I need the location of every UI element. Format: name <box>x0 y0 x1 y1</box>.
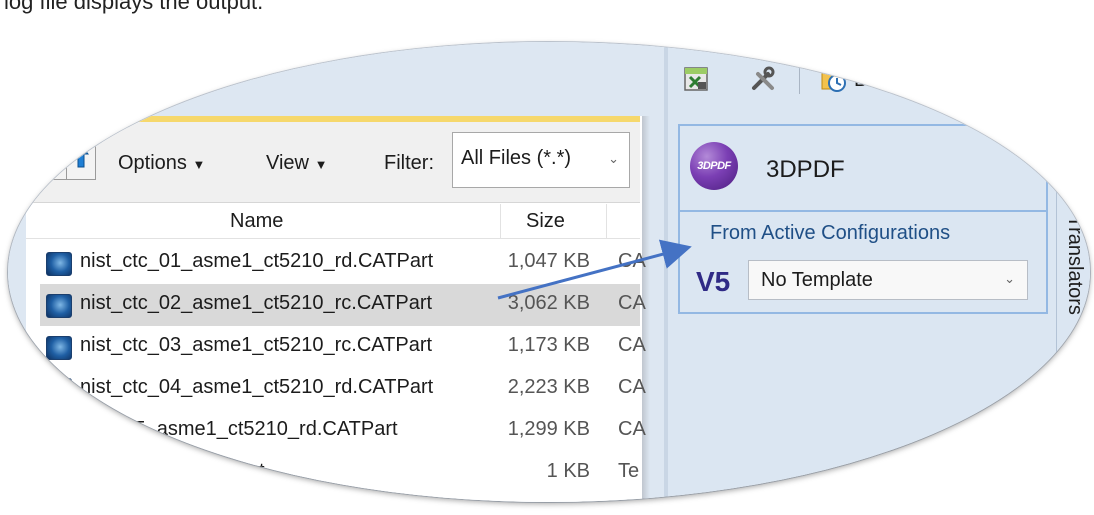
file-size: 1 KB <box>546 460 590 482</box>
filter-dropdown[interactable]: All Files (*.*) ⌄ <box>452 132 630 188</box>
up-folder-button[interactable] <box>66 132 96 180</box>
file-name: nist_ctc_03_asme1_ct5210_rc.CATPart <box>80 334 433 356</box>
file-type: CA <box>618 250 646 272</box>
filter-label: Filter: <box>384 152 434 174</box>
caret-down-icon: ▼ <box>314 157 328 172</box>
page-caption: log file displays the output. <box>4 0 264 14</box>
catpart-file-icon <box>46 252 72 276</box>
file-row[interactable]: nist_ctc_01_asme1_ct5210_rd.CATPart 1,04… <box>40 242 646 284</box>
chevron-down-icon: ⌄ <box>608 151 619 166</box>
file-name: ...tc_05_asme1_ct5210_rd.CATPart <box>80 418 398 440</box>
toolbar-separator <box>799 64 800 94</box>
file-type: Te <box>618 460 640 482</box>
v5-source-logo: V5 <box>696 266 731 297</box>
template-dropdown-value: No Template <box>761 269 873 291</box>
file-name: nist_ctc_01_asme1_ct5210_rd.CATPart <box>80 250 434 272</box>
file-row-selected[interactable]: nist_ctc_02_asme1_ct5210_rc.CATPart 3,06… <box>40 284 646 326</box>
template-dropdown[interactable]: No Template ⌄ <box>748 260 1028 300</box>
column-divider[interactable] <box>500 204 501 238</box>
panel-title: 3DPDF <box>766 156 845 183</box>
3dpdf-panel-header[interactable]: 3DPDF 3DPDF <box>680 126 1046 210</box>
options-menu-label: Options <box>118 152 187 174</box>
from-active-configurations-link[interactable]: From Active Configurations <box>710 222 950 245</box>
file-name: nist_ctc_02_asme1_ct5210_rc.CATPart <box>80 292 433 314</box>
back-button[interactable] <box>48 132 66 180</box>
excel-icon[interactable] <box>682 64 712 94</box>
filter-dropdown-value: All Files (*.*) <box>461 147 572 169</box>
column-divider[interactable] <box>606 204 607 238</box>
file-name: ...odel_Disclaimer.txt <box>80 460 265 482</box>
view-menu[interactable]: View ▼ <box>266 152 327 175</box>
batch-clock-icon[interactable] <box>818 64 848 94</box>
file-type: CA <box>618 292 646 314</box>
view-menu-label: View <box>266 152 309 174</box>
caret-down-icon: ▼ <box>192 157 206 172</box>
catpart-file-icon <box>46 420 72 444</box>
file-type: CA <box>618 376 646 398</box>
3dpdf-panel: 3DPDF 3DPDF From Active Configurations V… <box>678 124 1048 314</box>
panel-divider <box>680 210 1046 212</box>
catpart-file-icon <box>46 378 72 402</box>
catpart-file-icon <box>46 336 72 360</box>
file-size: 1,299 KB <box>507 418 590 440</box>
file-name: nist_ctc_04_asme1_ct5210_rd.CATPart <box>80 376 434 398</box>
options-menu[interactable]: Options ▼ <box>118 152 205 175</box>
file-size: 3,062 KB <box>507 292 590 314</box>
catpart-file-icon <box>46 294 72 318</box>
file-row[interactable]: ...odel_Disclaimer.txt 1 KB Te <box>40 452 640 494</box>
file-row[interactable]: ...tc_05_asme1_ct5210_rd.CATPart 1,299 K… <box>40 410 646 452</box>
file-row[interactable]: nist_ctc_03_asme1_ct5210_rc.CATPart 1,17… <box>40 326 646 368</box>
file-size: 1,173 KB <box>507 334 590 356</box>
3dpdf-logo-icon: 3DPDF <box>690 142 738 190</box>
file-row[interactable]: nist_ctc_04_asme1_ct5210_rd.CATPart 2,22… <box>40 368 646 410</box>
file-size: 2,223 KB <box>507 376 590 398</box>
column-header-name[interactable]: Name <box>230 210 283 233</box>
file-size: 1,047 KB <box>507 250 590 272</box>
batch-button[interactable]: Batch o... <box>854 69 939 92</box>
file-type: CA <box>618 334 646 356</box>
up-arrow-icon <box>72 144 90 168</box>
tools-icon[interactable] <box>748 64 778 94</box>
column-header-size[interactable]: Size <box>526 210 565 233</box>
chevron-down-icon: ⌄ <box>1004 271 1015 286</box>
file-type: CA <box>618 418 646 440</box>
zoom-lens: Batch o... 3DPDF 3DPDF From Active Confi… <box>8 42 1090 502</box>
side-tab-translators[interactable]: ...er Translators <box>1062 176 1086 315</box>
